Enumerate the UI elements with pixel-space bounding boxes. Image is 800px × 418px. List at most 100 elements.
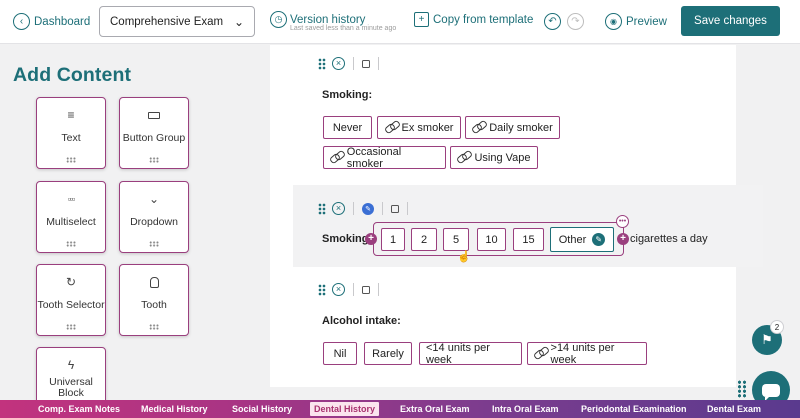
content-item-tooth[interactable]: Tooth (119, 264, 189, 336)
option-button[interactable]: Rarely (364, 342, 412, 365)
add-content-title: Add Content (13, 64, 132, 86)
eye-icon: ◉ (605, 13, 622, 30)
link-icon (534, 349, 548, 358)
divider (407, 202, 408, 215)
content-item-text[interactable]: ≡ Text (36, 97, 106, 169)
add-left-icon[interactable]: + (365, 233, 377, 245)
tab-extra-oral-exam[interactable]: Extra Oral Exam (400, 402, 470, 416)
option-button[interactable]: 2 (411, 228, 437, 251)
block-toolbar: × (318, 283, 387, 296)
option-label: Occasional smoker (346, 145, 402, 170)
tooth-icon (149, 275, 159, 289)
option-label: 5 (452, 233, 460, 246)
notification-badge: 2 (770, 320, 784, 334)
divider (378, 283, 379, 296)
version-history-label: Version history (290, 13, 366, 26)
divider (353, 57, 354, 70)
content-item-label: Button Group (122, 131, 186, 144)
option-button[interactable]: Daily smoker (465, 116, 560, 139)
block-checkbox[interactable] (362, 285, 370, 294)
question-label: Alcohol intake: (322, 315, 401, 327)
option-label: 2 (420, 233, 428, 246)
content-item-multiselect[interactable]: ▫▫▫ Multiselect (36, 181, 106, 253)
drag-handle-icon[interactable] (149, 241, 159, 247)
add-right-icon[interactable]: + (617, 233, 629, 245)
undo-icon: ↶ (544, 13, 561, 30)
tab-social-history[interactable]: Social History (232, 402, 292, 416)
content-item-label: Dropdown (130, 215, 178, 228)
drag-handle-icon[interactable] (66, 324, 76, 330)
drag-handle-icon[interactable] (737, 380, 747, 398)
content-item-label: Text (61, 131, 81, 144)
content-item-dropdown[interactable]: ⌄ Dropdown (119, 181, 189, 253)
other-option-button[interactable]: Other ✎ (550, 227, 614, 252)
drag-handle-icon[interactable] (149, 324, 159, 330)
drag-handle-icon[interactable] (318, 57, 326, 70)
content-item-universal-block[interactable]: ϟ Universal Block (36, 347, 106, 400)
block-toolbar: × (318, 57, 387, 70)
content-item-button-group[interactable]: Button Group (119, 97, 189, 169)
remove-block-icon[interactable]: × (332, 57, 345, 70)
flag-icon: ⚑ (761, 332, 773, 347)
option-label: Daily smoker (489, 121, 553, 134)
option-button[interactable]: >14 units per week (527, 341, 647, 366)
more-options-icon[interactable]: ••• (616, 215, 629, 228)
link-icon (385, 123, 399, 132)
block-checkbox[interactable] (391, 204, 399, 213)
preview-button[interactable]: ◉ Preview (605, 13, 667, 30)
drag-handle-icon[interactable] (318, 202, 326, 215)
template-select-value: Comprehensive Exam (110, 15, 224, 28)
option-button[interactable]: Never (323, 116, 372, 139)
option-button[interactable]: <14 units per week (419, 341, 522, 366)
option-button[interactable]: 15 (513, 228, 544, 251)
option-button[interactable]: 10 (477, 228, 506, 251)
block-checkbox[interactable] (362, 59, 370, 68)
content-item-label: Tooth (141, 298, 167, 311)
tab-comp-exam-notes[interactable]: Comp. Exam Notes (38, 402, 120, 416)
tab-intra-oral-exam[interactable]: Intra Oral Exam (492, 402, 559, 416)
lines-icon: ≡ (67, 108, 75, 122)
option-button[interactable]: Ex smoker (377, 116, 461, 139)
drag-handle-icon[interactable] (66, 241, 76, 247)
link-icon (330, 153, 344, 162)
content-item-tooth-selector[interactable]: ↻ Tooth Selector (36, 264, 106, 336)
template-select[interactable]: Comprehensive Exam ⌄ (99, 6, 255, 37)
last-saved-text: Last saved less than a minute ago (290, 25, 397, 32)
pencil-icon[interactable]: ✎ (592, 233, 606, 246)
content-item-label: Tooth Selector (37, 298, 105, 311)
drag-handle-icon[interactable] (149, 157, 159, 163)
option-button[interactable]: 5 (443, 228, 469, 251)
redo-button[interactable]: ↷ (567, 13, 584, 30)
unit-suffix: cigarettes a day (630, 233, 708, 245)
option-button[interactable]: Using Vape (450, 146, 538, 169)
option-label: <14 units per week (426, 341, 490, 366)
tab-medical-history[interactable]: Medical History (141, 402, 208, 416)
remove-block-icon[interactable]: × (332, 202, 345, 215)
top-toolbar: ‹ Dashboard Comprehensive Exam ⌄ ◷ Versi… (0, 0, 800, 44)
grid-icon: ▫▫▫ (67, 194, 76, 204)
undo-button[interactable]: ↶ (544, 13, 561, 30)
edit-badge-icon[interactable]: ✎ (362, 202, 374, 215)
save-changes-button[interactable]: Save changes (681, 6, 780, 36)
remove-block-icon[interactable]: × (332, 283, 345, 296)
option-button[interactable]: Nil (323, 342, 357, 365)
tab-periodontal-examination[interactable]: Periodontal Examination (581, 402, 687, 416)
drag-handle-icon[interactable] (318, 283, 326, 296)
drag-handle-icon[interactable] (66, 157, 76, 163)
option-label: >14 units per week (550, 341, 615, 366)
option-label: Using Vape (474, 151, 531, 164)
tab-dental-history[interactable]: Dental History (310, 402, 380, 416)
link-icon (472, 123, 486, 132)
option-button[interactable]: 1 (381, 228, 405, 251)
tab-dental-exam[interactable]: Dental Exam (707, 402, 761, 416)
copy-from-template-button[interactable]: + Copy from template (414, 12, 533, 27)
back-to-dashboard-button[interactable]: ‹ Dashboard (13, 13, 90, 30)
question-label: Smoking: (322, 89, 373, 101)
link-icon (457, 153, 471, 162)
chevron-down-icon: ⌄ (148, 192, 160, 206)
option-label: 15 (522, 233, 535, 246)
copy-from-template-label: Copy from template (433, 13, 534, 26)
option-label: 10 (485, 233, 498, 246)
option-button[interactable]: Occasional smoker (323, 145, 446, 170)
option-label: Nil (333, 347, 347, 360)
